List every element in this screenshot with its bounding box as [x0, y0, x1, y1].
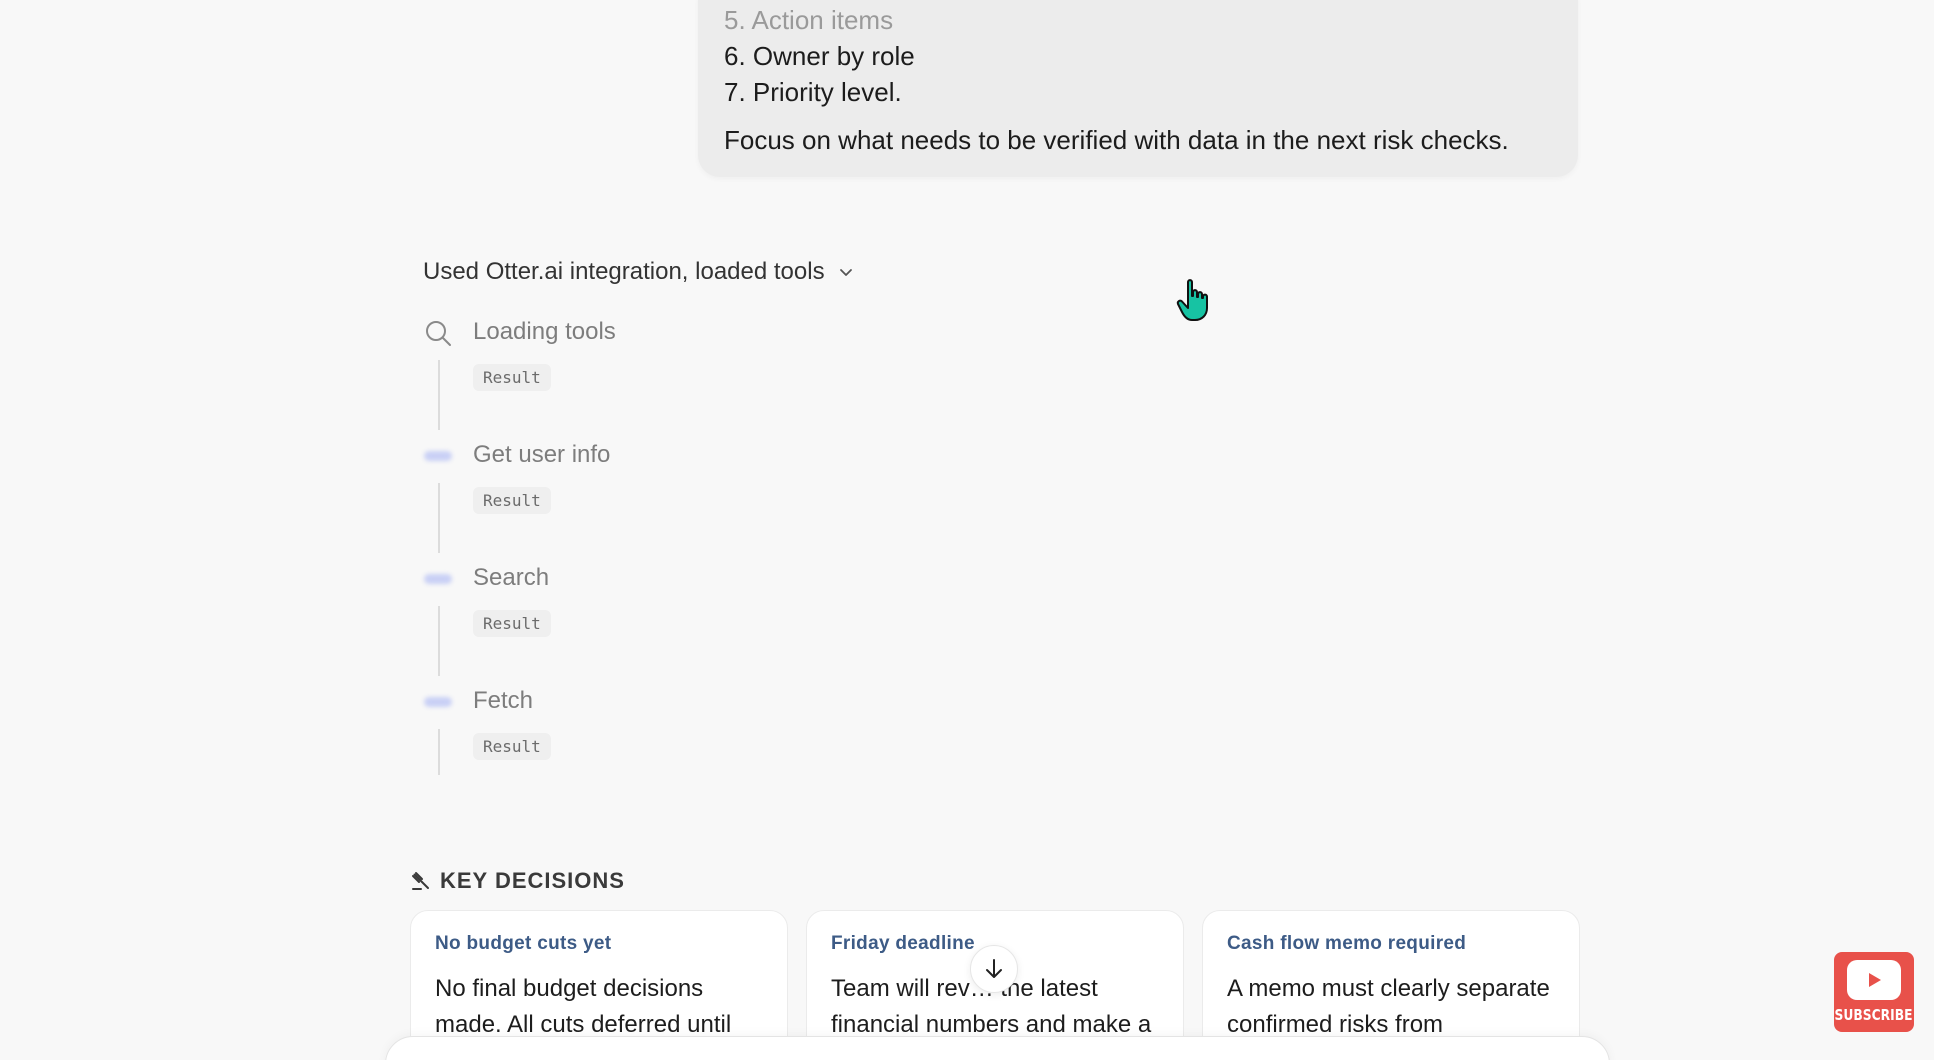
- step-connector: [438, 729, 440, 775]
- card-body: No final budget decisions made. All cuts…: [435, 975, 732, 1038]
- play-icon: [1847, 960, 1901, 1000]
- arrow-down-icon: [986, 959, 1002, 978]
- search-icon: [423, 318, 453, 348]
- result-toggle[interactable]: Result: [473, 364, 551, 391]
- step-connector: [438, 606, 440, 676]
- tool-step-search: Search Result: [423, 558, 923, 681]
- message-composer[interactable]: [385, 1036, 1610, 1060]
- step-label: Get user info: [473, 441, 611, 468]
- focus-instruction: Focus on what needs to be verified with …: [724, 125, 1509, 155]
- step-label: Fetch: [473, 687, 534, 714]
- tool-usage-toggle[interactable]: Used Otter.ai integration, loaded tools: [423, 258, 855, 286]
- scroll-to-bottom-button[interactable]: [970, 945, 1018, 993]
- tool-steps: Loading tools Result Get user info Resul…: [423, 312, 923, 804]
- tool-usage-summary: Used Otter.ai integration, loaded tools: [423, 258, 825, 285]
- chevron-down-icon: [839, 269, 852, 276]
- card-title: No budget cuts yet: [435, 933, 612, 954]
- step-label: Search: [473, 564, 550, 591]
- loading-icon: [423, 564, 453, 594]
- card-title: Cash flow memo required: [1227, 933, 1467, 954]
- tool-step-get-user-info: Get user info Result: [423, 435, 923, 558]
- section-title: KEY DECISIONS: [440, 868, 625, 893]
- chat-page: 5. Action items 6. Owner by role 7. Prio…: [0, 0, 1934, 1060]
- step-connector: [438, 360, 440, 430]
- gavel-icon: [412, 872, 429, 890]
- loading-icon: [423, 441, 453, 471]
- result-toggle[interactable]: Result: [473, 610, 551, 637]
- loading-icon: [423, 687, 453, 717]
- result-toggle[interactable]: Result: [473, 487, 551, 514]
- key-decisions-heading: KEY DECISIONS: [410, 868, 625, 894]
- subscribe-label: SUBSCRIBE: [1835, 1006, 1913, 1024]
- card-body: A memo must clearly separate confirmed r…: [1227, 975, 1550, 1038]
- hand-cursor-icon: [1176, 279, 1208, 321]
- list-item: 5. Action items: [724, 5, 894, 35]
- list-item: 6. Owner by role: [724, 41, 915, 71]
- tool-step-fetch: Fetch Result: [423, 681, 923, 804]
- list-item: 7. Priority level.: [724, 77, 902, 107]
- user-message-bubble: 5. Action items 6. Owner by role 7. Prio…: [698, 0, 1578, 177]
- step-label: Loading tools: [473, 318, 616, 345]
- result-toggle[interactable]: Result: [473, 733, 551, 760]
- step-connector: [438, 483, 440, 553]
- subscribe-button[interactable]: SUBSCRIBE: [1834, 952, 1914, 1032]
- tool-step-loading-tools: Loading tools Result: [423, 312, 923, 435]
